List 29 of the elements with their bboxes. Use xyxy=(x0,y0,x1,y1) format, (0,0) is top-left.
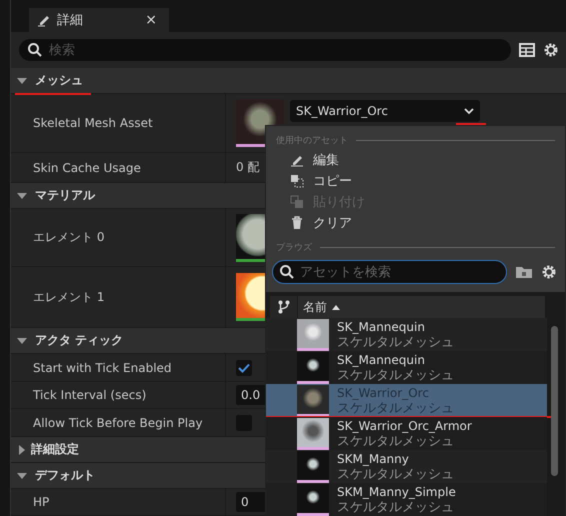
property-label: Allow Tick Before Begin Play xyxy=(33,416,203,430)
asset-type: スケルタルメッシュ xyxy=(337,500,455,516)
property-label: Skin Cache Usage xyxy=(33,160,141,174)
asset-name: SK_Warrior_Orc xyxy=(337,384,430,400)
property-label: HP xyxy=(33,495,50,509)
property-label: Tick Interval (secs) xyxy=(33,388,146,402)
section-heading: 使用中のアセット xyxy=(266,126,565,149)
asset-name: SK_Warrior_Orc_Armor xyxy=(337,418,472,434)
asset-name: SKM_Manny_Simple xyxy=(337,484,456,500)
asset-name: SKM_Manny xyxy=(337,450,410,466)
section-title: 詳細設定 xyxy=(31,441,79,458)
property-label: Skeletal Mesh Asset xyxy=(33,116,153,130)
asset-type: スケルタルメッシュ xyxy=(337,400,454,416)
asset-name: SK_Mannequin xyxy=(337,352,426,368)
asset-type: スケルタルメッシュ xyxy=(337,334,454,350)
tab-title: 詳細 xyxy=(57,12,84,29)
property-label: エレメント 1 xyxy=(33,288,104,306)
section-title: マテリアル xyxy=(35,187,95,204)
section-title: アクタ ティック xyxy=(35,332,124,349)
section-heading: ブラウズ xyxy=(266,233,565,256)
asset-type: スケルタルメッシュ xyxy=(337,466,454,482)
section-title: メッシュ xyxy=(35,72,83,89)
property-value: 0 配 xyxy=(236,159,260,176)
section-title: デフォルト xyxy=(35,467,95,484)
asset-name: SK_Mannequin xyxy=(337,318,426,334)
property-label: Start with Tick Enabled xyxy=(33,360,172,374)
asset-type: スケルタルメッシュ xyxy=(337,368,454,384)
asset-type: スケルタルメッシュ xyxy=(337,434,455,450)
property-label: エレメント 0 xyxy=(33,229,104,246)
